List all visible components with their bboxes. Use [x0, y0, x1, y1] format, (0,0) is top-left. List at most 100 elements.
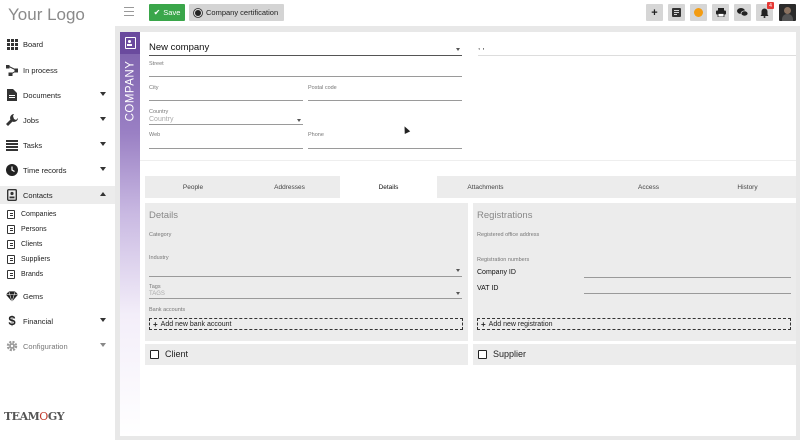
- save-button[interactable]: ✔ Save: [149, 4, 185, 21]
- country-select-placeholder[interactable]: Country: [149, 116, 174, 123]
- sidebar-item-label: In process: [23, 65, 58, 75]
- details-title: Details: [149, 210, 179, 221]
- client-checkbox-row[interactable]: Client: [150, 349, 188, 359]
- hamburger-menu-icon[interactable]: [124, 7, 134, 16]
- chevron-down-icon: [297, 119, 301, 122]
- status-button[interactable]: [690, 4, 707, 21]
- country-select[interactable]: [149, 124, 303, 125]
- sidebar-subitem-brands[interactable]: Brands: [0, 267, 115, 281]
- sidebar-subitem-companies[interactable]: Companies: [0, 207, 115, 221]
- sidebar-item-label: Jobs: [23, 115, 39, 125]
- client-label: Client: [165, 349, 189, 359]
- sidebar-item-configuration[interactable]: Configuration: [0, 337, 115, 355]
- supplier-role-panel: Supplier: [473, 344, 796, 365]
- sidebar-item-financial[interactable]: $ Financial: [0, 312, 115, 330]
- tab-people[interactable]: People: [145, 176, 241, 198]
- bell-icon: [760, 8, 769, 18]
- add-registration-button[interactable]: + Add new registration: [477, 318, 791, 330]
- sidebar-item-label: Gems: [23, 291, 44, 301]
- company-name-value[interactable]: , ,: [478, 42, 485, 51]
- sidebar-subitem-label: Brands: [21, 270, 44, 278]
- sidebar-item-label: Board: [23, 39, 44, 49]
- street-input[interactable]: [149, 76, 462, 77]
- sidebar-item-label: Tasks: [23, 140, 43, 150]
- city-input[interactable]: [149, 100, 303, 101]
- sidebar: Your Logo Board In process Documents Job…: [0, 0, 115, 440]
- web-input[interactable]: [149, 148, 303, 149]
- notifications-button[interactable]: 4: [756, 2, 774, 21]
- sidebar-item-label: Configuration: [23, 341, 68, 351]
- sidebar-item-label: Documents: [23, 90, 61, 100]
- sidebar-subitem-label: Persons: [21, 225, 47, 233]
- tags-placeholder[interactable]: TAGS: [149, 291, 165, 297]
- postal-code-label: Postal code: [308, 85, 337, 91]
- contact-card-icon: [7, 224, 15, 234]
- sidebar-item-tasks[interactable]: Tasks: [0, 136, 115, 154]
- sidebar-item-jobs[interactable]: Jobs: [0, 111, 115, 129]
- sidebar-subitem-persons[interactable]: Persons: [0, 222, 115, 236]
- registrations-panel: Registrations Registered office address …: [473, 203, 796, 341]
- chevron-down-icon: [100, 117, 106, 121]
- sidebar-subitem-clients[interactable]: Clients: [0, 237, 115, 251]
- diamond-icon: [6, 290, 18, 302]
- tab-details[interactable]: Details: [340, 176, 437, 198]
- contact-card-icon: [7, 239, 15, 249]
- vat-id-input[interactable]: [584, 293, 791, 294]
- section-icon-box: [120, 32, 140, 54]
- sidebar-item-documents[interactable]: Documents: [0, 86, 115, 104]
- category-label: Category: [149, 232, 172, 238]
- company-id-label: Company ID: [477, 269, 516, 276]
- phone-label: Phone: [308, 132, 324, 138]
- sidebar-subitem-label: Clients: [21, 240, 43, 248]
- sidebar-item-board[interactable]: Board: [0, 35, 115, 53]
- vat-id-label: VAT ID: [477, 285, 499, 292]
- supplier-label: Supplier: [493, 349, 527, 359]
- chat-button[interactable]: [734, 4, 751, 21]
- chat-icon: [737, 8, 748, 17]
- details-panel: Details Category Industry Tags TAGS Bank…: [145, 203, 468, 341]
- postal-code-input[interactable]: [308, 100, 462, 101]
- chevron-down-icon: [456, 269, 460, 272]
- notes-button[interactable]: [668, 4, 685, 21]
- workflow-icon: [6, 64, 18, 76]
- user-avatar[interactable]: [779, 4, 796, 21]
- contact-card-icon: [6, 189, 18, 201]
- plus-icon: +: [153, 319, 158, 329]
- tab-bar: People Addresses Details Attachments Acc…: [145, 176, 796, 198]
- sidebar-item-time-records[interactable]: Time records: [0, 161, 115, 179]
- add-bank-account-button[interactable]: + Add new bank account: [149, 318, 463, 330]
- add-button[interactable]: +: [646, 4, 663, 21]
- status-indicator-icon: [694, 8, 703, 17]
- company-type-select-value[interactable]: New company: [149, 42, 209, 53]
- tab-addresses[interactable]: Addresses: [241, 176, 338, 198]
- tab-attachments[interactable]: Attachments: [437, 176, 534, 198]
- tab-access[interactable]: Access: [600, 176, 697, 198]
- chevron-up-icon: [100, 192, 106, 196]
- web-label: Web: [149, 132, 161, 138]
- company-id-input[interactable]: [584, 277, 791, 278]
- sidebar-item-label: Financial: [23, 316, 54, 326]
- chevron-down-icon: [100, 343, 106, 347]
- tab-history[interactable]: History: [699, 176, 796, 198]
- phone-input[interactable]: [308, 148, 462, 149]
- sidebar-subitem-suppliers[interactable]: Suppliers: [0, 252, 115, 266]
- chevron-down-icon: [100, 167, 106, 171]
- divider: [140, 160, 796, 161]
- tags-label: Tags: [149, 284, 161, 290]
- notification-count-badge: 4: [767, 2, 774, 9]
- supplier-checkbox-row[interactable]: Supplier: [478, 349, 526, 359]
- sidebar-item-contacts[interactable]: Contacts: [0, 186, 115, 204]
- certificate-icon: [195, 9, 201, 16]
- gear-icon: [6, 340, 18, 352]
- tags-select[interactable]: [149, 298, 462, 299]
- print-button[interactable]: [712, 4, 729, 21]
- industry-select[interactable]: [149, 276, 462, 277]
- country-label: Country: [149, 109, 169, 115]
- company-certification-button[interactable]: Company certification: [189, 4, 284, 21]
- client-checkbox[interactable]: [150, 349, 159, 359]
- sidebar-item-in-process[interactable]: In process: [0, 61, 115, 79]
- chevron-down-icon: [100, 92, 106, 96]
- client-role-panel: Client: [145, 344, 468, 365]
- supplier-checkbox[interactable]: [478, 349, 487, 359]
- sidebar-item-gems[interactable]: Gems: [0, 287, 115, 305]
